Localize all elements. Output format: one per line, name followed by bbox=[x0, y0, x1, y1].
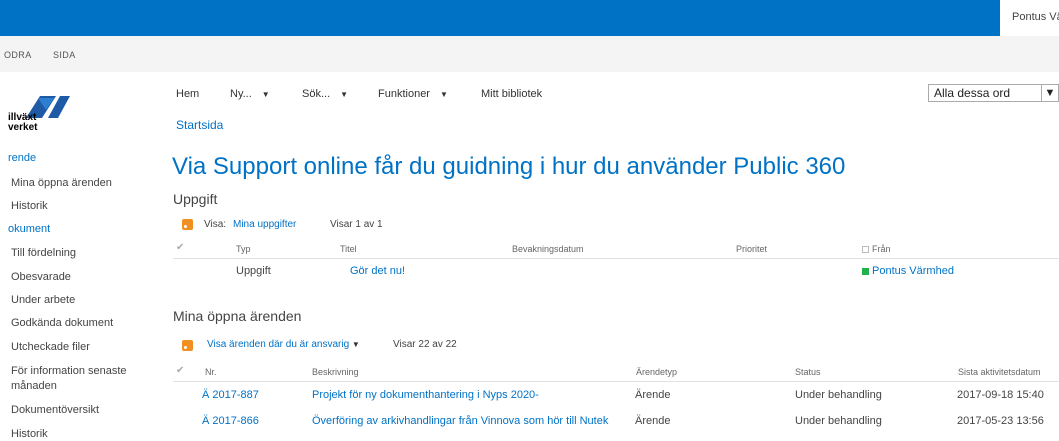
case-last-activity: 2017-09-18 15:40 bbox=[957, 389, 1044, 401]
suite-bar bbox=[0, 0, 1059, 36]
sidebar-item-to-distribute[interactable]: Till fördelning bbox=[11, 247, 76, 259]
column-header-status[interactable]: Status bbox=[795, 367, 821, 377]
task-title-link[interactable]: Gör det nu! bbox=[350, 265, 405, 277]
rss-icon[interactable] bbox=[182, 219, 193, 230]
divider bbox=[173, 258, 1059, 259]
ribbon-tab-page[interactable]: SIDA bbox=[53, 50, 76, 60]
select-all-icon[interactable]: ✔ bbox=[176, 242, 184, 253]
sidebar-heading-cases[interactable]: rende bbox=[8, 152, 36, 164]
search-mode-select[interactable]: Alla dessa ord ▼ bbox=[928, 84, 1059, 102]
page-title[interactable]: Via Support online får du guidning i hur… bbox=[172, 153, 845, 181]
sidebar-item-in-progress[interactable]: Under arbete bbox=[11, 294, 75, 306]
nav-new[interactable]: Ny... ▼ bbox=[230, 88, 270, 100]
rss-icon[interactable] bbox=[182, 340, 193, 351]
chevron-down-icon: ▼ bbox=[439, 89, 448, 99]
tasks-view-selector[interactable]: Mina uppgifter bbox=[233, 219, 296, 230]
sidebar-item-open-cases[interactable]: Mina öppna ärenden bbox=[11, 177, 112, 189]
cases-count: Visar 22 av 22 bbox=[393, 339, 457, 350]
sidebar-item-approved[interactable]: Godkända dokument bbox=[11, 317, 113, 329]
column-header-title[interactable]: Titel bbox=[340, 244, 357, 254]
chevron-down-icon: ▼ bbox=[340, 89, 349, 99]
tasks-count: Visar 1 av 1 bbox=[330, 219, 383, 230]
tasks-heading: Uppgift bbox=[173, 191, 218, 207]
column-header-type[interactable]: Typ bbox=[236, 244, 251, 254]
case-number-link[interactable]: Ä 2017-866 bbox=[202, 415, 259, 427]
case-last-activity: 2017-05-23 13:56 bbox=[957, 415, 1044, 427]
cases-heading: Mina öppna ärenden bbox=[173, 308, 302, 324]
chevron-down-icon: ▼ bbox=[261, 89, 270, 99]
logo-text: illväxt verket bbox=[8, 112, 38, 133]
column-header-case-type[interactable]: Ärendetyp bbox=[636, 367, 677, 377]
case-description-link[interactable]: Projekt för ny dokumenthantering i Nyps … bbox=[312, 389, 539, 401]
user-name[interactable]: Pontus Vä bbox=[1012, 11, 1059, 23]
presence-icon bbox=[862, 267, 869, 275]
column-header-due-date[interactable]: Bevakningsdatum bbox=[512, 244, 584, 254]
nav-home[interactable]: Hem bbox=[176, 88, 199, 100]
sidebar-item-info-recent-cont[interactable]: månaden bbox=[11, 380, 57, 392]
chevron-down-icon[interactable]: ▼ bbox=[1041, 85, 1058, 101]
tasks-view-label: Visa: bbox=[204, 219, 227, 230]
case-type: Ärende bbox=[635, 389, 671, 401]
sidebar-item-doc-history[interactable]: Historik bbox=[11, 428, 48, 440]
case-type: Ärende bbox=[635, 415, 671, 427]
case-status: Under behandling bbox=[795, 415, 882, 427]
column-header-description[interactable]: Beskrivning bbox=[312, 367, 359, 377]
ribbon bbox=[0, 36, 1059, 72]
cases-view-selector[interactable]: Visa ärenden där du är ansvarig ▼ bbox=[207, 339, 360, 350]
sidebar-item-info-recent[interactable]: För information senaste bbox=[11, 365, 127, 377]
sidebar-item-unanswered[interactable]: Obesvarade bbox=[11, 271, 71, 283]
sidebar-item-doc-overview[interactable]: Dokumentöversikt bbox=[11, 404, 99, 416]
nav-search[interactable]: Sök... ▼ bbox=[302, 88, 348, 100]
sidebar-heading-documents[interactable]: okument bbox=[8, 223, 50, 235]
task-type: Uppgift bbox=[236, 265, 271, 277]
case-description-link[interactable]: Överföring av arkivhandlingar från Vinno… bbox=[312, 415, 608, 427]
sidebar-item-case-history[interactable]: Historik bbox=[11, 200, 48, 212]
column-header-priority[interactable]: Prioritet bbox=[736, 244, 767, 254]
column-header-number[interactable]: Nr. bbox=[205, 367, 217, 377]
task-from-link[interactable]: Pontus Värmhed bbox=[862, 265, 954, 277]
case-status: Under behandling bbox=[795, 389, 882, 401]
breadcrumb[interactable]: Startsida bbox=[176, 118, 223, 132]
nav-functions[interactable]: Funktioner ▼ bbox=[378, 88, 448, 100]
divider bbox=[173, 381, 1059, 382]
sidebar-item-checked-out[interactable]: Utcheckade filer bbox=[11, 341, 90, 353]
column-header-last-activity[interactable]: Sista aktivitetsdatum bbox=[958, 367, 1041, 377]
nav-my-library[interactable]: Mitt bibliotek bbox=[481, 88, 542, 100]
checkbox-icon bbox=[862, 246, 869, 254]
select-all-icon[interactable]: ✔ bbox=[176, 365, 184, 376]
case-number-link[interactable]: Ä 2017-887 bbox=[202, 389, 259, 401]
column-header-from[interactable]: Från bbox=[862, 244, 891, 254]
ribbon-tab-browse[interactable]: ODRA bbox=[4, 50, 32, 60]
